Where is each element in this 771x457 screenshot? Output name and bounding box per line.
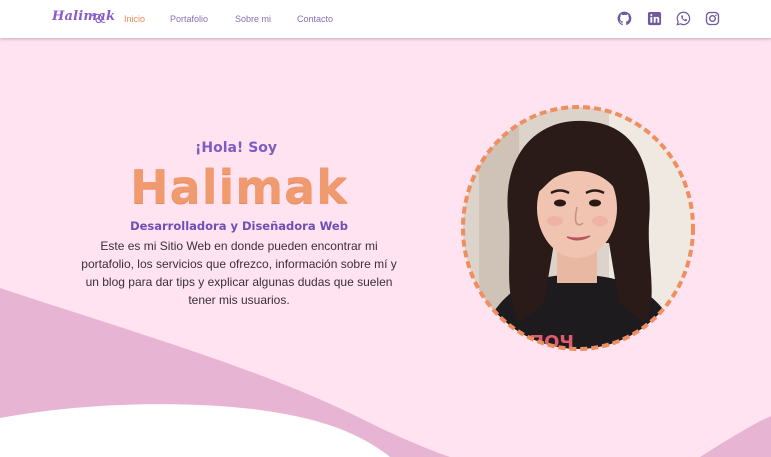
linkedin-icon[interactable]: [647, 11, 662, 26]
nav-link-portafolio[interactable]: Portafolio: [170, 14, 208, 24]
navbar: Halimak Inicio Portafolio Sobre mi Conta…: [0, 0, 771, 38]
whatsapp-icon[interactable]: [676, 11, 691, 26]
hero-name: Halimak: [130, 160, 348, 214]
nav-link-sobre-mi[interactable]: Sobre mi: [235, 14, 271, 24]
nav-link-contacto[interactable]: Contacto: [297, 14, 333, 24]
hero-role: Desarrolladora y Diseñadora Web: [130, 219, 348, 233]
profile-photo: ПОЧ: [459, 103, 697, 353]
github-icon[interactable]: [617, 11, 632, 26]
hero-description: Este es mi Sitio Web en donde pueden enc…: [81, 239, 397, 307]
hero-greeting: ¡Hola! Soy: [194, 140, 278, 156]
logo-swirl-icon: [91, 13, 106, 24]
nav-link-inicio[interactable]: Inicio: [124, 14, 145, 24]
profile-photo-image: ПОЧ: [461, 105, 695, 353]
svg-text:ПОЧ: ПОЧ: [529, 332, 574, 353]
instagram-icon[interactable]: [705, 11, 720, 26]
